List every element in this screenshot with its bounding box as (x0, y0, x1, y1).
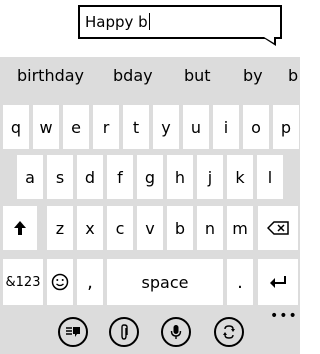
key-c[interactable]: c (107, 206, 133, 250)
period-key[interactable]: . (227, 259, 253, 305)
key-y[interactable]: y (153, 105, 179, 149)
key-m[interactable]: m (227, 206, 253, 250)
key-a[interactable]: a (17, 155, 43, 199)
suggestion-by[interactable]: by (243, 66, 263, 86)
key-b[interactable]: b (167, 206, 193, 250)
key-j[interactable]: j (197, 155, 223, 199)
key-p[interactable]: p (273, 105, 299, 149)
switch-arrows-icon (222, 324, 236, 340)
switch-button[interactable] (214, 317, 244, 347)
key-o[interactable]: o (243, 105, 269, 149)
text-input-mode-icon (65, 325, 81, 339)
enter-icon (269, 275, 287, 289)
key-l[interactable]: l (257, 155, 283, 199)
key-n[interactable]: n (197, 206, 223, 250)
key-w[interactable]: w (33, 105, 59, 149)
smiley-icon (51, 273, 69, 291)
shift-arrow-icon (13, 220, 27, 236)
key-f[interactable]: f (107, 155, 133, 199)
key-u[interactable]: u (183, 105, 209, 149)
enter-key[interactable] (258, 259, 298, 305)
key-d[interactable]: d (77, 155, 103, 199)
key-x[interactable]: x (77, 206, 103, 250)
key-q[interactable]: q (3, 105, 29, 149)
key-r[interactable]: r (93, 105, 119, 149)
more-dots-icon[interactable]: ••• (270, 309, 298, 323)
key-e[interactable]: e (63, 105, 89, 149)
message-input[interactable]: Happy b (78, 5, 282, 39)
key-v[interactable]: v (137, 206, 163, 250)
text-caret (148, 13, 150, 30)
text-mode-button[interactable] (58, 317, 88, 347)
key-z[interactable]: z (47, 206, 73, 250)
voice-button[interactable] (161, 317, 191, 347)
suggestion-but[interactable]: but (184, 66, 211, 86)
key-h[interactable]: h (167, 155, 193, 199)
key-s[interactable]: s (47, 155, 73, 199)
message-text: Happy b (85, 13, 150, 31)
attach-button[interactable] (109, 317, 139, 347)
suggestion-b[interactable]: b (288, 66, 298, 86)
suggestion-birthday[interactable]: birthday (17, 66, 84, 86)
comma-key[interactable]: , (77, 259, 103, 305)
key-i[interactable]: i (213, 105, 239, 149)
bubble-tail-inner (264, 37, 274, 43)
backspace-key[interactable] (258, 206, 298, 250)
emoji-key[interactable] (47, 259, 73, 305)
microphone-icon (170, 324, 182, 340)
paperclip-icon (119, 324, 129, 340)
shift-key[interactable] (3, 206, 37, 250)
compose-area: Happy b (0, 0, 300, 57)
key-g[interactable]: g (137, 155, 163, 199)
backspace-icon (267, 221, 289, 235)
suggestion-bday[interactable]: bday (113, 66, 153, 86)
key-t[interactable]: t (123, 105, 149, 149)
key-k[interactable]: k (227, 155, 253, 199)
symbols-key[interactable]: &123 (3, 259, 43, 305)
space-key[interactable]: space (107, 259, 223, 305)
